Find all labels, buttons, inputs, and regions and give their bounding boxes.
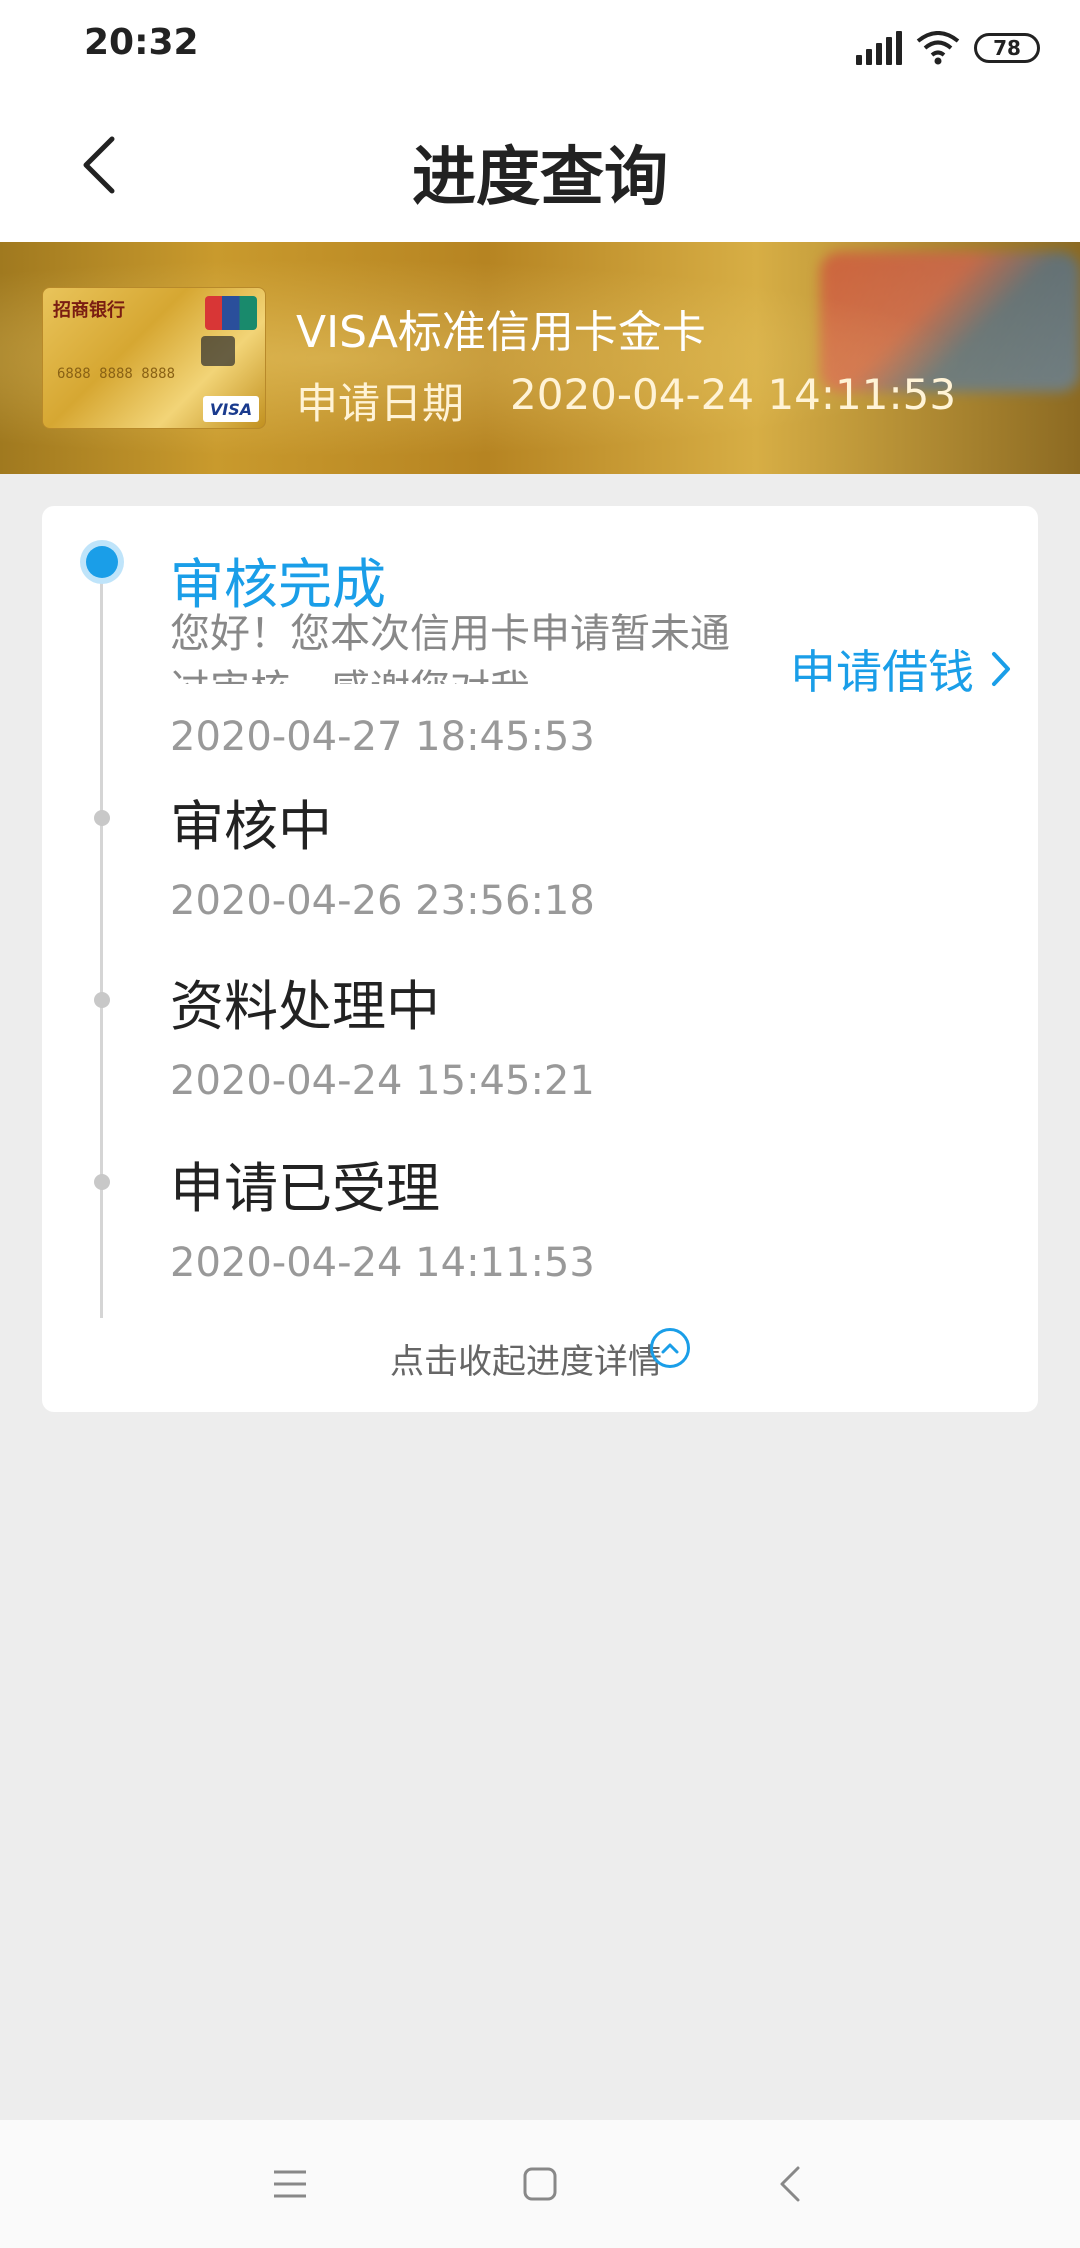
collapse-details-button[interactable]: 点击收起进度详情 [42,1328,1038,1388]
card-thumbnail: 招商银行 6888 8888 8888 VISA [42,287,266,429]
card-bank-name: 招商银行 [53,300,125,321]
collapse-details-label: 点击收起进度详情 [390,1341,662,1382]
application-date-label: 申请日期 [296,379,465,428]
card-chip-icon [201,336,235,366]
page-title: 进度查询 [412,141,668,215]
card-number: 6888 8888 8888 [57,366,176,382]
battery-icon: 78 [974,33,1040,63]
apply-loan-label: 申请借钱 [790,645,974,699]
signal-icon [856,31,902,65]
step-time: 2020-04-24 14:11:53 [170,1240,595,1286]
step-time: 2020-04-26 23:56:18 [170,878,595,922]
timeline-dot-icon [94,992,110,1008]
home-button[interactable] [510,2154,570,2214]
status-bar: 20:32 78 [0,0,1080,96]
timeline-line [100,566,103,1318]
system-back-button[interactable] [760,2154,820,2214]
application-date-value: 2020-04-24 14:11:53 [510,370,957,419]
application-date: 申请日期 2020-04-24 14:11:53 [296,370,956,431]
progress-card: 审核完成 您好！您本次信用卡申请暂未通过审核，感谢您对我 2020-04-27 … [42,506,1038,1412]
step-time: 2020-04-27 18:45:53 [170,714,595,760]
step-time: 2020-04-24 15:45:21 [170,1058,595,1104]
step-title: 资料处理中 [170,975,440,1038]
menu-button[interactable] [260,2154,320,2214]
wifi-icon [916,31,960,65]
back-icon [780,2166,800,2202]
unionpay-logo-icon [205,296,257,330]
visa-logo: VISA [203,396,259,422]
chevron-up-circle-icon [650,1328,690,1368]
card-name: VISA标准信用卡金卡 [296,307,706,354]
system-nav-bar [0,2120,1080,2248]
timeline-dot-active-icon [80,540,124,584]
step-title: 申请已受理 [170,1157,440,1220]
card-banner: 招商银行 6888 8888 8888 VISA VISA标准信用卡金卡 申请日… [0,242,1080,474]
home-icon [523,2167,557,2201]
timeline-dot-icon [94,810,110,826]
status-time: 20:32 [84,22,199,63]
step-description: 您好！您本次信用卡申请暂未通过审核，感谢您对我 [170,611,730,684]
chevron-right-icon [992,652,1010,686]
apply-loan-link[interactable]: 申请借钱 [790,636,1012,702]
timeline-dot-icon [94,1174,110,1190]
step-title: 审核中 [170,795,332,858]
header: 进度查询 [0,96,1080,242]
menu-icon [274,2170,306,2198]
status-icons: 78 [856,28,1040,68]
